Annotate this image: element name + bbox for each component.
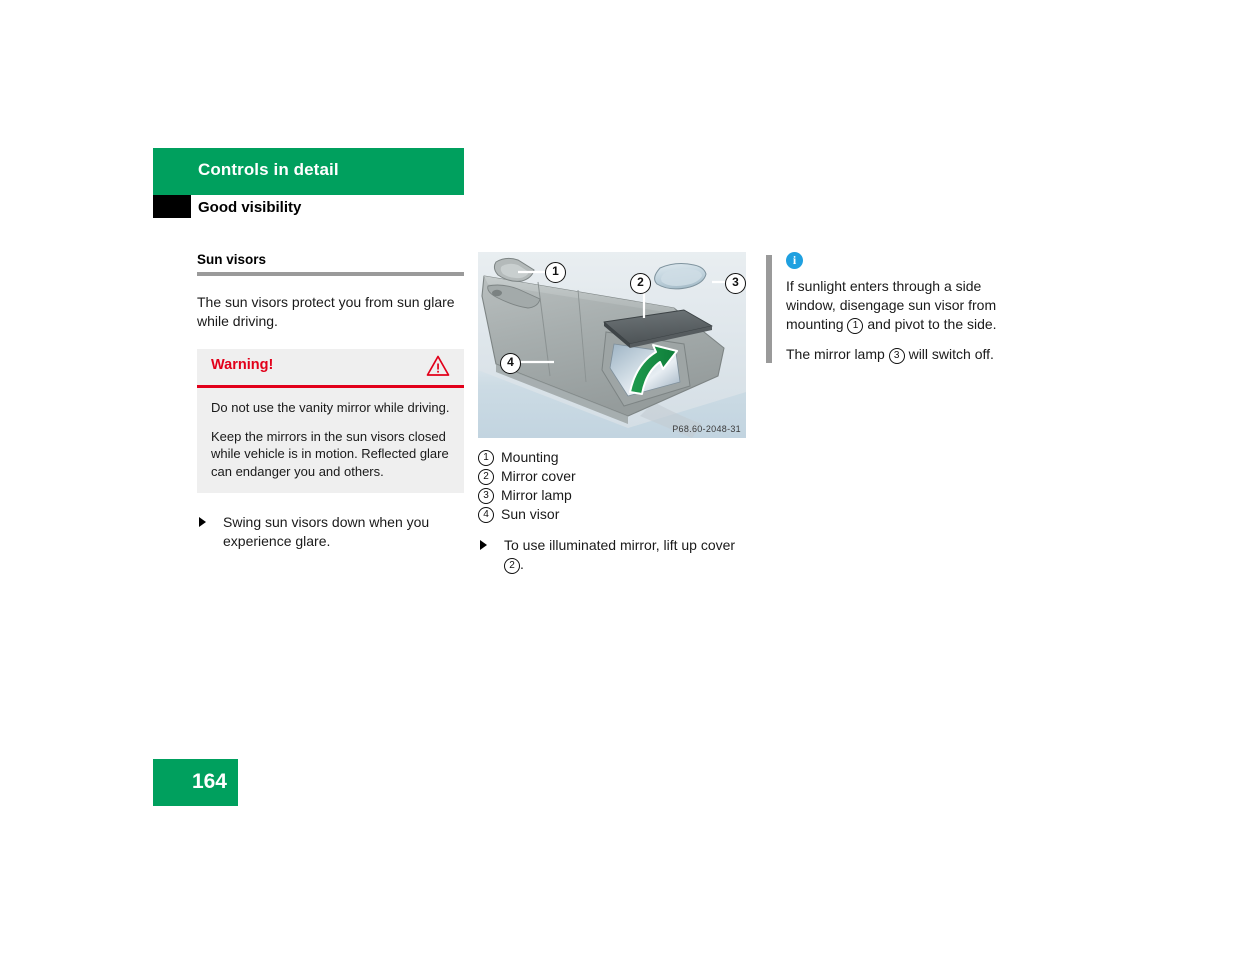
legend-number: 1 — [478, 450, 494, 466]
step-text-after: . — [520, 556, 524, 572]
warning-label: Warning! — [211, 357, 274, 373]
note-text-after: and pivot to the side. — [867, 316, 997, 332]
legend-item: 3 Mirror lamp — [478, 486, 748, 505]
illustration-legend: 1 Mounting 2 Mirror cover 3 Mirror lamp … — [478, 448, 748, 524]
warning-body: Do not use the vanity mirror while drivi… — [197, 388, 464, 493]
intro-paragraph: The sun visors protect you from sun glar… — [197, 294, 455, 329]
legend-label: Mirror cover — [501, 468, 576, 484]
legend-number: 2 — [478, 469, 494, 485]
sun-visor-illustration: 1 2 3 4 P68.60-2048-31 — [478, 252, 746, 438]
step-arrow-icon — [199, 517, 206, 527]
note-text-before: The mirror lamp — [786, 346, 885, 362]
page-number-box: 164 — [153, 759, 238, 806]
right-note-column: i If sunlight enters through a side wind… — [766, 252, 1011, 364]
note-reference-number: 1 — [847, 318, 864, 334]
step-arrow-icon — [480, 540, 487, 550]
step-text-before: To use illuminated mirror, lift up cover — [504, 537, 736, 553]
legend-label: Mirror lamp — [501, 487, 572, 503]
callout-1: 1 — [545, 262, 566, 283]
section-heading-rule — [197, 272, 464, 276]
page-subtitle: Good visibility — [198, 199, 302, 216]
info-icon: i — [786, 252, 803, 269]
note-paragraph: If sunlight enters through a side window… — [786, 277, 1011, 334]
illustration-reference-code: P68.60-2048-31 — [672, 424, 741, 434]
warning-header: Warning! — [197, 349, 464, 388]
page-header-banner: Controls in detail — [153, 148, 464, 195]
legend-item: 4 Sun visor — [478, 505, 748, 524]
legend-item: 2 Mirror cover — [478, 467, 748, 486]
legend-number: 3 — [478, 488, 494, 504]
legend-item: 1 Mounting — [478, 448, 748, 467]
warning-paragraph: Do not use the vanity mirror while drivi… — [211, 400, 450, 415]
step-text: To use illuminated mirror, lift up cover… — [504, 536, 748, 574]
instruction-step: Swing sun visors down when you experienc… — [197, 513, 465, 551]
step-text: Swing sun visors down when you experienc… — [223, 514, 430, 549]
note-reference-number: 3 — [888, 348, 905, 364]
note-paragraph: The mirror lamp 3 will switch off. — [786, 345, 1011, 364]
page-number: 164 — [191, 770, 227, 793]
warning-triangle-icon — [426, 354, 450, 378]
note-text-after: will switch off. — [908, 346, 994, 362]
warning-box: Warning! Do not use the vanity mirror wh… — [197, 349, 464, 493]
instruction-step: To use illuminated mirror, lift up cover… — [478, 536, 748, 574]
section-heading: Sun visors — [197, 252, 267, 267]
page-title: Controls in detail — [198, 160, 339, 179]
note-body: i If sunlight enters through a side wind… — [766, 252, 1011, 364]
note-accent-bar — [766, 255, 772, 363]
step-reference-number: 2 — [504, 558, 520, 574]
warning-paragraph: Keep the mirrors in the sun visors close… — [211, 428, 449, 479]
legend-number: 4 — [478, 507, 494, 523]
legend-label: Mounting — [501, 449, 559, 465]
chapter-tab-marker — [153, 195, 191, 218]
middle-content-column: 1 2 3 4 P68.60-2048-31 1 Mounting 2 Mirr… — [478, 252, 748, 578]
legend-label: Sun visor — [501, 506, 560, 522]
callout-2: 2 — [630, 273, 651, 294]
callout-4: 4 — [500, 353, 521, 374]
left-content-column: Sun visors The sun visors protect you fr… — [197, 252, 465, 555]
callout-3: 3 — [725, 273, 746, 294]
